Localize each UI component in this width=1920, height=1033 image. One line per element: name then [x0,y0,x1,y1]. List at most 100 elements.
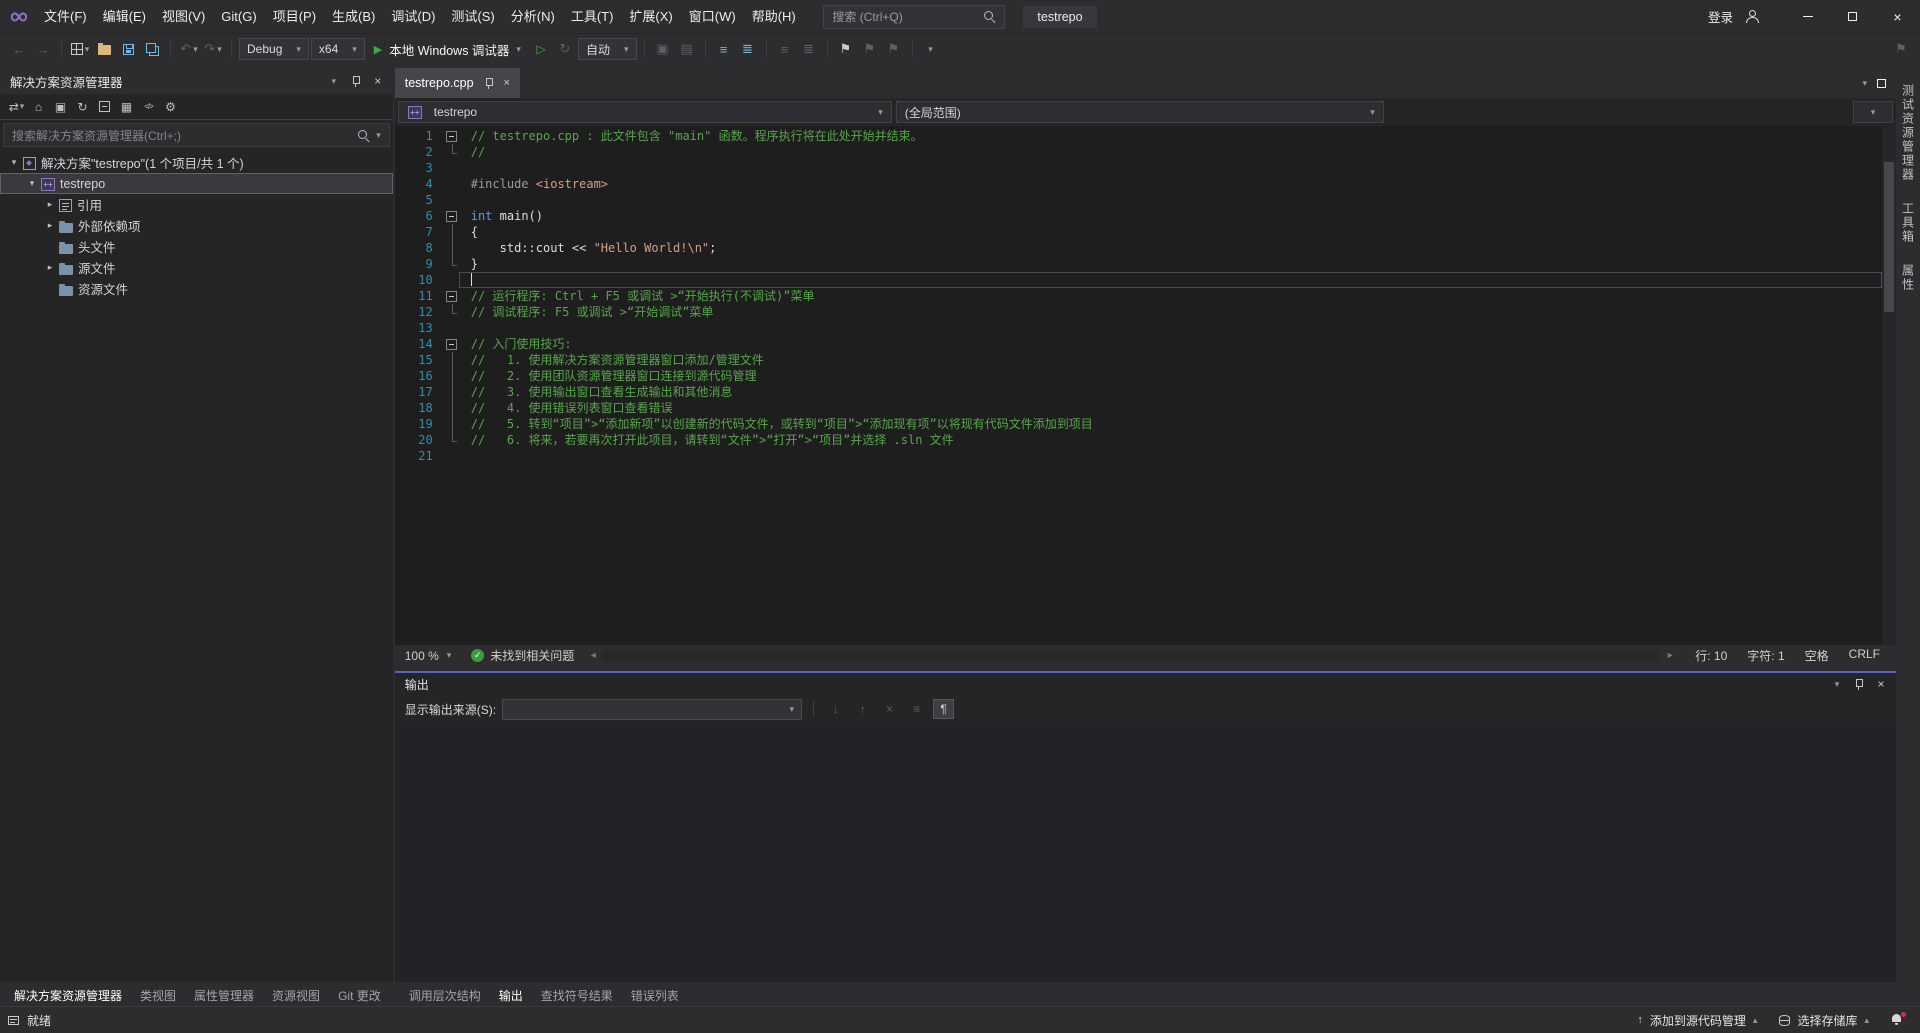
document-health-indicator[interactable]: ✓ 未找到相关问题 [461,647,584,664]
goto-next-message-button[interactable]: ↓ [825,699,846,719]
menu-item[interactable]: 文件(F) [36,9,95,24]
background-tasks-icon[interactable] [8,1016,19,1025]
switch-views-button[interactable]: ⇄▾ [6,97,27,117]
auto-hide-tab[interactable]: 属性 [1900,264,1917,292]
output-source-dropdown[interactable]: ▾ [502,699,802,720]
tree-item[interactable]: ▸外部依赖项 [0,215,393,236]
menu-item[interactable]: Git(G) [213,9,264,24]
code-line[interactable]: 2// [395,144,1882,160]
pending-changes-filter-button[interactable]: ▣ [50,97,71,117]
attach-to-process-button[interactable]: ▣ [652,38,674,60]
code-line[interactable]: 12// 调试程序: F5 或调试 >“开始调试”菜单 [395,304,1882,320]
auto-hide-tab[interactable]: 工具箱 [1900,202,1917,244]
document-tab[interactable]: testrepo.cpp × [395,68,520,98]
close-panel-button[interactable]: × [1872,675,1890,693]
profiler-button[interactable]: ▤ [676,38,698,60]
view-code-button[interactable]: </> [138,97,159,117]
select-repository-button[interactable]: 选择存储库 ▴ [1770,1007,1878,1033]
quick-search-box[interactable]: 搜索 (Ctrl+Q) [823,5,1005,29]
window-menu-button[interactable]: ▾ [1828,675,1846,693]
tool-window-tab[interactable]: 类视图 [132,985,184,1006]
float-window-icon[interactable] [1877,79,1886,88]
messages-list-button[interactable]: ≡ [906,699,927,719]
uncomment-lines-button[interactable]: ≣ [737,38,759,60]
tree-item[interactable]: ▾testrepo [0,173,393,194]
horizontal-scrollbar[interactable]: ◂ ▸ [584,645,1679,666]
maximize-button[interactable] [1830,0,1875,33]
window-layout-button[interactable]: ▾ [69,38,91,60]
close-panel-button[interactable]: × [369,72,387,90]
tool-window-tab[interactable]: Git 更改 [330,985,389,1006]
tool-window-tab[interactable]: 属性管理器 [186,985,262,1006]
tree-expander-icon[interactable]: ▸ [42,199,58,210]
menu-item[interactable]: 生成(B) [324,9,383,24]
zoom-dropdown[interactable]: 100 % ▾ [395,649,462,663]
horizontal-scroll-track[interactable] [602,650,1661,662]
menu-item[interactable]: 窗口(W) [681,9,744,24]
code-line[interactable]: 3 [395,160,1882,176]
code-line[interactable]: 11// 运行程序: Ctrl + F5 或调试 >“开始执行(不调试)”菜单 [395,288,1882,304]
window-menu-button[interactable]: ▾ [325,72,343,90]
menu-item[interactable]: 分析(N) [503,9,563,24]
pin-button[interactable] [1850,675,1868,693]
code-line[interactable]: 9} [395,256,1882,272]
auto-hide-tab[interactable]: 测试资源管理器 [1900,84,1917,182]
output-content[interactable] [395,723,1896,982]
scroll-right-icon[interactable]: ▸ [1661,650,1679,661]
code-line[interactable]: 15// 1. 使用解决方案资源管理器窗口添加/管理文件 [395,352,1882,368]
tree-expander-icon[interactable]: ▸ [42,220,58,231]
menu-item[interactable]: 工具(T) [563,9,622,24]
code-line[interactable]: 13 [395,320,1882,336]
hot-reload-mode-dropdown[interactable]: 自动▾ [578,38,637,60]
code-line[interactable]: 20// 6. 将来，若要再次打开此项目，请转到“文件”>“打开”>“项目”并选… [395,432,1882,448]
sign-in-button[interactable]: 登录 [1708,7,1733,26]
sync-with-active-document-button[interactable]: ↻ [72,97,93,117]
menu-item[interactable]: 编辑(E) [95,9,154,24]
column-indicator[interactable]: 字符: 1 [1747,647,1784,664]
menu-item[interactable]: 测试(S) [443,9,502,24]
minimize-button[interactable] [1785,0,1830,33]
tree-item[interactable]: ▸源文件 [0,257,393,278]
solution-explorer-header[interactable]: 解决方案资源管理器 ▾ × [0,68,393,94]
toggle-bookmark-button[interactable]: ⚑ [835,38,857,60]
menu-item[interactable]: 调试(D) [383,9,443,24]
tree-expander-icon[interactable]: ▸ [42,262,58,273]
code-line[interactable]: 8 std::cout << "Hello World!\n"; [395,240,1882,256]
line-indicator[interactable]: 行: 10 [1695,647,1727,664]
show-all-files-button[interactable]: ▦ [116,97,137,117]
code-editor[interactable]: 1// testrepo.cpp : 此文件包含 "main" 函数。程序执行将… [395,126,1896,645]
pin-button[interactable] [347,72,365,90]
tool-window-tab[interactable]: 资源视图 [264,985,328,1006]
scrollbar-thumb[interactable] [1884,162,1894,312]
home-button[interactable]: ⌂ [28,97,49,117]
tree-item[interactable]: 头文件 [0,236,393,257]
tree-item[interactable]: 资源文件 [0,278,393,299]
close-tab-icon[interactable]: × [504,77,510,89]
menu-item[interactable]: 视图(V) [154,9,213,24]
undo-button[interactable]: ↶▾ [178,38,200,60]
toggle-word-wrap-button[interactable]: ¶ [933,699,954,719]
previous-bookmark-button[interactable]: ⚑ [859,38,881,60]
increase-indent-button[interactable]: ≣ [798,38,820,60]
code-line[interactable]: 5 [395,192,1882,208]
next-bookmark-button[interactable]: ⚑ [883,38,905,60]
decrease-indent-button[interactable]: ≡ [774,38,796,60]
avatar[interactable] [1745,10,1759,23]
start-without-debugging-button[interactable]: ▷ [530,38,552,60]
vertical-scrollbar[interactable] [1882,126,1896,645]
platform-dropdown[interactable]: x64▾ [311,38,365,60]
comment-lines-button[interactable]: ≡ [713,38,735,60]
notifications-button[interactable] [1882,1007,1912,1033]
clear-all-button[interactable]: × [879,699,900,719]
menu-item[interactable]: 扩展(X) [621,9,680,24]
tree-expander-icon[interactable]: ▾ [24,178,40,189]
navigate-back-icon[interactable]: ← [8,38,30,60]
close-button[interactable]: × [1875,0,1920,33]
send-feedback-button[interactable]: ⚑ [1890,38,1912,60]
tool-window-tab[interactable]: 调用层次结构 [401,985,489,1006]
collapse-all-button[interactable] [94,97,115,117]
tree-item[interactable]: ▾解决方案"testrepo"(1 个项目/共 1 个) [0,152,393,173]
code-line[interactable]: 6int main() [395,208,1882,224]
output-panel-header[interactable]: 输出 ▾ × [395,673,1896,695]
code-line[interactable]: 1// testrepo.cpp : 此文件包含 "main" 函数。程序执行将… [395,128,1882,144]
